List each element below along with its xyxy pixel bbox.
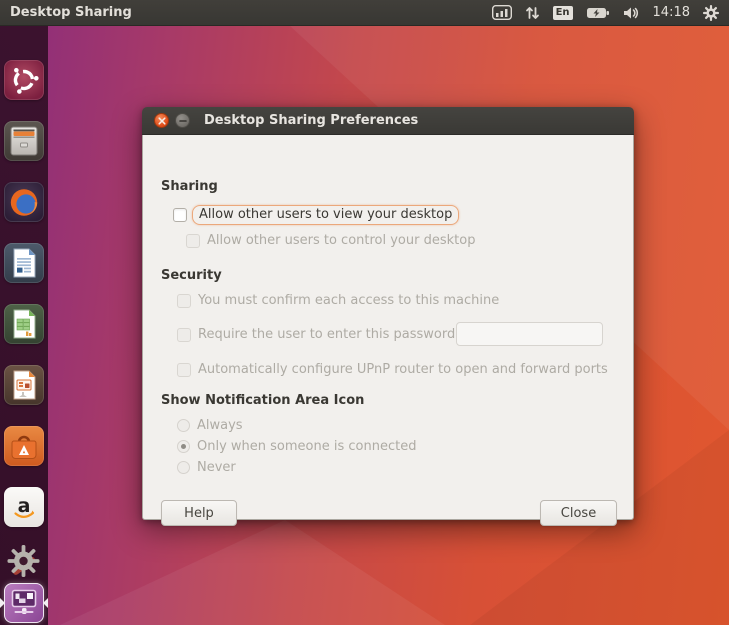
allow-view-checkbox-row[interactable]: Allow other users to view your desktop — [173, 205, 459, 225]
allow-view-checkbox[interactable] — [173, 208, 187, 222]
firefox-icon — [7, 185, 41, 219]
software-center-bag-icon — [7, 429, 41, 463]
launcher-focused-arrow-icon — [43, 598, 48, 608]
libreoffice-writer-icon — [7, 246, 41, 280]
unity-launcher: a — [0, 26, 48, 625]
launcher-item-system-settings[interactable] — [4, 542, 44, 582]
confirm-access-label: You must confirm each access to this mac… — [198, 293, 499, 308]
upnp-checkbox — [177, 363, 191, 377]
amazon-icon: a — [7, 490, 41, 524]
clock-indicator[interactable]: 14:18 — [653, 0, 690, 26]
window-minimize-button[interactable] — [175, 113, 190, 128]
allow-view-label[interactable]: Allow other users to view your desktop — [192, 205, 459, 225]
launcher-item-firefox[interactable] — [4, 182, 44, 222]
help-button[interactable]: Help — [161, 500, 237, 526]
desktop-sharing-monitor-icon — [7, 586, 41, 620]
notify-connected-label: Only when someone is connected — [197, 439, 416, 454]
dialog-body: Sharing Allow other users to view your d… — [142, 135, 634, 520]
settings-gear-wrench-icon — [5, 543, 43, 581]
sharing-section-heading: Sharing — [161, 179, 218, 194]
desktop-sharing-preferences-window: Desktop Sharing Preferences Sharing Allo… — [142, 107, 634, 520]
notify-connected-radio-row: Only when someone is connected — [177, 439, 416, 454]
window-titlebar[interactable]: Desktop Sharing Preferences — [142, 107, 634, 135]
close-icon — [158, 117, 166, 125]
require-password-checkbox-row: Require the user to enter this password: — [177, 327, 460, 342]
svg-text:a: a — [18, 495, 31, 517]
top-panel: Desktop Sharing En 14:18 — [0, 0, 729, 26]
keyboard-layout-label: En — [553, 6, 573, 20]
notify-always-radio-row: Always — [177, 418, 243, 433]
require-password-label: Require the user to enter this password: — [198, 327, 460, 342]
allow-control-checkbox-row: Allow other users to control your deskto… — [186, 233, 475, 248]
launcher-item-libreoffice-impress[interactable] — [4, 365, 44, 405]
notify-connected-radio — [177, 440, 190, 453]
active-app-title: Desktop Sharing — [10, 5, 132, 20]
minimize-icon — [179, 117, 187, 125]
notify-always-label: Always — [197, 418, 243, 433]
keyboard-layout-indicator[interactable]: En — [553, 0, 573, 26]
notify-never-radio-row: Never — [177, 460, 236, 475]
launcher-item-file-manager[interactable] — [4, 121, 44, 161]
allow-control-label: Allow other users to control your deskto… — [207, 233, 475, 248]
window-close-button[interactable] — [154, 113, 169, 128]
launcher-item-desktop-sharing-active[interactable] — [4, 583, 44, 623]
notify-always-radio — [177, 419, 190, 432]
close-button[interactable]: Close — [540, 500, 617, 526]
session-gear-icon[interactable] — [703, 0, 719, 26]
libreoffice-impress-icon — [7, 368, 41, 402]
volume-icon[interactable] — [623, 0, 640, 26]
confirm-access-checkbox — [177, 294, 191, 308]
launcher-item-libreoffice-writer[interactable] — [4, 243, 44, 283]
security-section-heading: Security — [161, 268, 222, 283]
network-activity-arrows-icon[interactable] — [525, 0, 540, 26]
notification-section-heading: Show Notification Area Icon — [161, 393, 364, 408]
launcher-item-libreoffice-calc[interactable] — [4, 304, 44, 344]
launcher-item-amazon[interactable]: a — [4, 487, 44, 527]
window-title: Desktop Sharing Preferences — [204, 113, 418, 128]
system-tray: En 14:18 — [492, 0, 729, 26]
launcher-item-software-center[interactable] — [4, 426, 44, 466]
libreoffice-calc-icon — [7, 307, 41, 341]
notify-never-label: Never — [197, 460, 236, 475]
ubuntu-logo-icon — [7, 63, 41, 97]
battery-icon[interactable] — [586, 0, 610, 26]
upnp-label: Automatically configure UPnP router to o… — [198, 362, 608, 377]
launcher-running-arrow-icon — [0, 598, 5, 608]
upnp-checkbox-row: Automatically configure UPnP router to o… — [177, 362, 608, 377]
allow-control-checkbox — [186, 234, 200, 248]
require-password-checkbox — [177, 328, 191, 342]
launcher-item-ubuntu-dash[interactable] — [4, 60, 44, 100]
confirm-access-checkbox-row: You must confirm each access to this mac… — [177, 293, 499, 308]
notify-never-radio — [177, 461, 190, 474]
file-cabinet-icon — [7, 124, 41, 158]
password-input — [456, 322, 603, 346]
network-signal-icon[interactable] — [492, 0, 512, 26]
clock-time: 14:18 — [653, 5, 690, 20]
